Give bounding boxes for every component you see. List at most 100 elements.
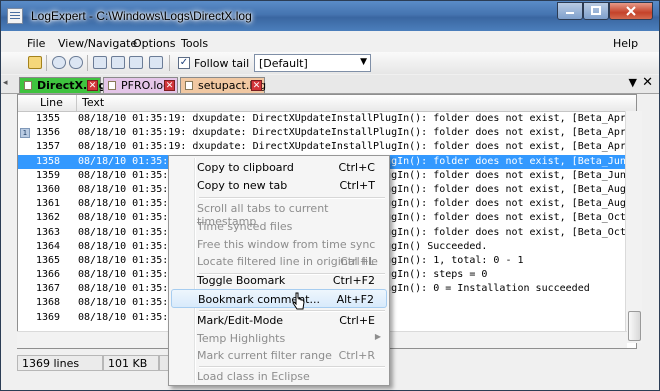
menu-options[interactable]: Options	[133, 37, 175, 50]
minimize-icon	[566, 12, 574, 14]
menu-bar: File View/Navigate Options Tools Help	[1, 32, 659, 52]
maximize-button[interactable]	[583, 2, 609, 20]
column-header-line[interactable]: Line	[40, 96, 63, 109]
tab-strip: ◂ DirectX.log ✕ PFRO.log ✕ setupact.log …	[1, 75, 659, 94]
line-number: 1356	[36, 127, 61, 139]
menu-item-load-class-eclipse: Load class in Eclipse	[171, 367, 387, 386]
table-row[interactable]: 1357 08/18/10 01:35:19: dxupdate: DirectX…	[18, 140, 636, 154]
close-button[interactable]	[609, 2, 653, 20]
menu-item-bookmark-comment[interactable]: Bookmark comment... Alt+F2	[171, 289, 387, 308]
maximize-icon	[591, 6, 601, 15]
table-row[interactable]: 1 1356 08/18/10 01:35:19: dxupdate: Direct…	[18, 126, 636, 140]
menu-item-label: Mark current filter range	[197, 349, 332, 362]
menu-help[interactable]: Help	[613, 37, 638, 50]
menu-item-shortcut: Alt+F2	[336, 293, 374, 306]
line-number: 1355	[36, 113, 61, 124]
line-number: 1361	[36, 198, 61, 210]
menu-item-label: Copy to new tab	[197, 179, 288, 192]
search-icon[interactable]	[52, 56, 66, 69]
status-line-count: 1369 lines	[17, 355, 103, 371]
line-number: 1365	[36, 254, 61, 266]
open-file-icon[interactable]	[28, 56, 42, 69]
menu-file[interactable]: File	[27, 37, 45, 50]
menu-item-toggle-bookmark[interactable]: Toggle Boomark Ctrl+F2	[171, 271, 387, 290]
menu-item-label: Time synced files	[197, 220, 293, 233]
menu-item-label: Copy to clipboard	[197, 161, 294, 174]
close-tab-icon[interactable]: ✕	[642, 75, 653, 90]
tab-close-icon[interactable]: ✕	[251, 80, 262, 91]
menu-item-copy-to-clipboard[interactable]: Copy to clipboard Ctrl+C	[171, 158, 387, 177]
tab-close-icon[interactable]: ✕	[87, 80, 98, 91]
menu-item-time-synced-files: Time synced files	[171, 217, 387, 236]
menu-view-navigate[interactable]: View/Navigate	[58, 37, 137, 50]
column-header-text[interactable]: Text	[82, 96, 104, 109]
comment-icon[interactable]	[149, 56, 163, 69]
vertical-scrollbar[interactable]	[625, 111, 642, 343]
file-icon	[108, 81, 116, 90]
table-row[interactable]: 1355 08/18/10 01:35:19: dxupdate: DirectX…	[18, 112, 636, 126]
app-icon	[7, 8, 23, 24]
chevron-down-icon: ▼	[360, 57, 367, 67]
menu-tools[interactable]: Tools	[181, 37, 208, 50]
menu-item-copy-to-new-tab[interactable]: Copy to new tab Ctrl+T	[171, 176, 387, 195]
menu-item-mark-filter-range: Mark current filter range Ctrl+R	[171, 346, 387, 365]
bookmark-prev-icon[interactable]	[93, 56, 107, 69]
tab-close-icon[interactable]: ✕	[164, 80, 175, 91]
follow-tail-checkbox[interactable]: ✓	[178, 57, 190, 69]
line-number: 1366	[36, 269, 61, 281]
toolbar-separator	[169, 55, 170, 71]
bookmark-icon: 1	[20, 128, 30, 139]
tab-list-menu-icon[interactable]: ▼	[629, 76, 637, 89]
line-number: 1362	[36, 212, 61, 224]
line-number: 1364	[36, 240, 61, 252]
tab-setupact-log[interactable]: setupact.log ✕	[180, 77, 266, 93]
tab-label: PFRO.log	[121, 79, 171, 92]
line-number: 1360	[36, 183, 61, 195]
menu-item-shortcut: Ctrl+R	[338, 349, 375, 362]
line-number: 1363	[36, 226, 61, 238]
menu-item-label: Load class in Eclipse	[197, 370, 310, 383]
menu-item-scroll-all-tabs: Scroll all tabs to current timestamp	[171, 199, 387, 228]
log-text: 08/18/10 01:35:19: dxupdate: DirectXUpda…	[78, 141, 637, 153]
status-file-size: 101 KB	[103, 355, 159, 371]
filter-icon[interactable]	[69, 56, 83, 69]
bookmark-next-icon[interactable]	[111, 56, 125, 69]
highlight-group-combo[interactable]: [Default] ▼	[254, 54, 371, 72]
submenu-arrow-icon: ▶	[374, 332, 381, 341]
line-number: 1358	[36, 155, 61, 167]
title-bar[interactable]: LogExpert - C:\Windows\Logs\DirectX.log	[1, 1, 659, 31]
line-number: 1368	[36, 297, 61, 309]
menu-item-label: Mark/Edit-Mode	[197, 314, 284, 327]
bookmark-list-icon[interactable]	[129, 56, 143, 69]
file-icon	[24, 81, 32, 90]
tab-pfro-log[interactable]: PFRO.log ✕	[103, 77, 178, 93]
tab-directx-log[interactable]: DirectX.log ✕	[19, 77, 106, 93]
menu-item-shortcut: Ctrl+T	[339, 179, 375, 192]
scrollbar-thumb[interactable]	[628, 311, 641, 341]
context-menu: Copy to clipboard Ctrl+C Copy to new tab…	[168, 155, 390, 386]
line-number: 1357	[36, 141, 61, 153]
toolbar-separator	[46, 55, 47, 71]
tab-scroll-icon[interactable]: ◂	[3, 78, 8, 88]
menu-item-shortcut: Ctrl+F2	[332, 274, 375, 287]
window-controls	[557, 2, 653, 20]
menu-item-label: Free this window from time sync	[197, 238, 376, 251]
menu-item-locate-filtered-line: Locate filtered line in original file Ct…	[171, 252, 387, 271]
window-title: LogExpert - C:\Windows\Logs\DirectX.log	[31, 9, 252, 23]
column-divider[interactable]	[76, 95, 77, 111]
line-number: 1367	[36, 283, 61, 295]
follow-tail-label: Follow tail	[194, 57, 250, 70]
menu-item-label: Temp Highlights	[197, 332, 286, 345]
minimize-button[interactable]	[557, 2, 583, 20]
line-number: 1369	[36, 311, 61, 323]
menu-item-shortcut: Ctrl+C	[338, 161, 375, 174]
close-icon	[626, 6, 636, 16]
line-number: 1359	[36, 169, 61, 181]
log-text: 08/18/10 01:35:19: dxupdate: DirectXUpda…	[78, 113, 637, 124]
combo-value: [Default]	[259, 57, 308, 70]
grid-header: Line Text	[18, 95, 636, 112]
menu-item-mark-edit-mode[interactable]: Mark/Edit-Mode Ctrl+E	[171, 311, 387, 330]
pointer-cursor-icon	[292, 292, 305, 310]
toolbar-separator	[87, 55, 88, 71]
file-icon	[185, 81, 193, 90]
